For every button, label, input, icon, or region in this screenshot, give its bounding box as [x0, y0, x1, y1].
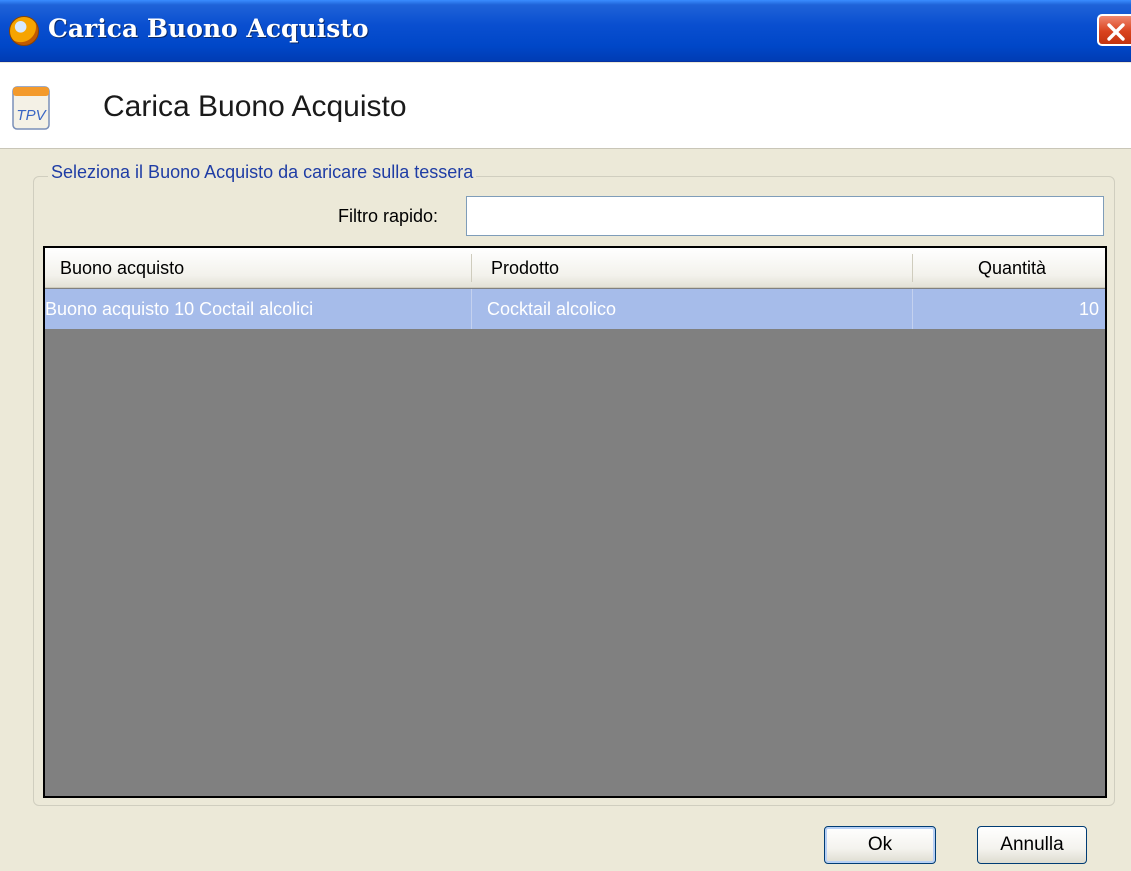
cancel-button[interactable]: Annulla	[977, 826, 1087, 864]
column-header-quantita[interactable]: Quantità	[978, 248, 1046, 288]
column-header-buono[interactable]: Buono acquisto	[60, 248, 184, 288]
filter-label: Filtro rapido:	[338, 206, 439, 226]
quick-filter-input[interactable]	[466, 196, 1104, 236]
title-bar[interactable]: Carica Buono Acquisto	[0, 0, 1131, 62]
cell-separator	[912, 289, 913, 329]
grid-header: Buono acquisto Prodotto Quantità	[45, 248, 1105, 288]
close-button[interactable]	[1097, 14, 1131, 46]
close-icon	[1107, 23, 1125, 41]
cell-buono: Buono acquisto 10 Coctail alcolici	[45, 299, 314, 319]
table-row[interactable]: Buono acquisto 10 Coctail alcolici Cockt…	[45, 289, 1105, 329]
ok-button[interactable]: Ok	[824, 826, 936, 864]
tpv-icon-label: TPV	[16, 107, 47, 124]
group-legend: Seleziona il Buono Acquisto da caricare …	[48, 162, 477, 183]
app-icon	[9, 16, 39, 46]
voucher-grid[interactable]: Buono acquisto Prodotto Quantità Buono a…	[43, 246, 1107, 798]
cell-quantita: 10	[1078, 299, 1099, 319]
column-separator[interactable]	[471, 254, 472, 282]
column-separator[interactable]	[912, 254, 913, 282]
window-title: Carica Buono Acquisto	[48, 14, 369, 43]
cell-separator	[471, 289, 472, 329]
column-header-prodotto[interactable]: Prodotto	[491, 248, 559, 288]
cell-prodotto: Cocktail alcolico	[487, 299, 617, 319]
header-title: Carica Buono Acquisto	[103, 90, 407, 123]
tpv-icon: TPV	[12, 86, 50, 130]
dialog-header: TPV Carica Buono Acquisto	[0, 63, 1131, 149]
